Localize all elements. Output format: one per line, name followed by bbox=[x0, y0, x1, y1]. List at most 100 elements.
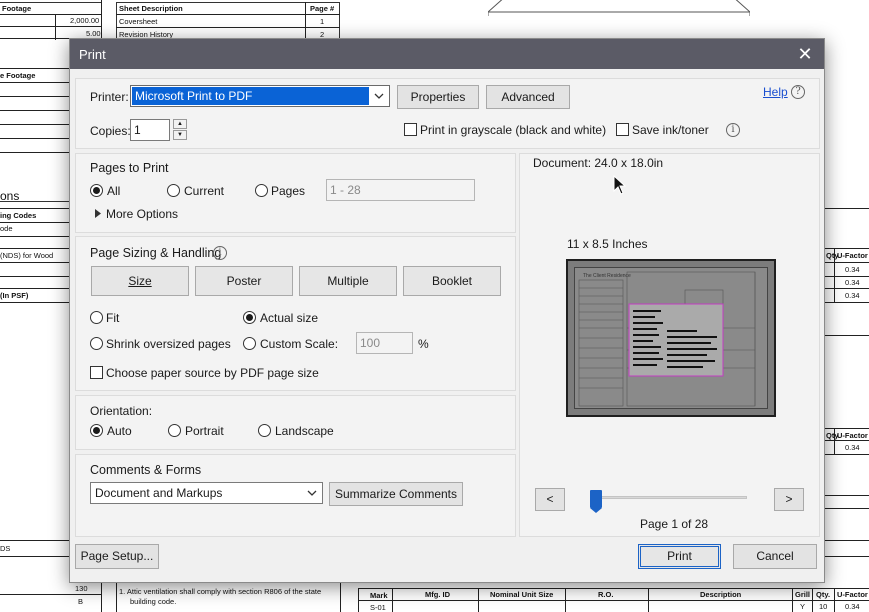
poster-tab-button[interactable]: Poster bbox=[195, 266, 293, 296]
booklet-tab-button[interactable]: Booklet bbox=[403, 266, 501, 296]
bg-schedule-cell: 10 bbox=[819, 602, 828, 611]
previous-page-button[interactable]: < bbox=[535, 488, 565, 511]
page-indicator: Page 1 of 28 bbox=[640, 517, 709, 531]
document-size-label: Document: 24.0 x 18.0in bbox=[533, 156, 664, 170]
bg-note: building code. bbox=[130, 597, 177, 606]
pages-range-input[interactable]: 1 - 28 bbox=[326, 179, 475, 201]
bg-text-label: B bbox=[78, 597, 84, 606]
bg-right-value: 0.34 bbox=[845, 278, 860, 287]
custom-scale-input[interactable]: 100 bbox=[356, 332, 413, 354]
printer-select[interactable]: Microsoft Print to PDF bbox=[130, 85, 390, 107]
bg-text-label: (In PSF) bbox=[0, 291, 29, 300]
paper-source-checkbox[interactable] bbox=[90, 366, 103, 379]
bg-right-value: 0.34 bbox=[845, 291, 860, 300]
radio-shrink[interactable] bbox=[90, 337, 103, 350]
print-button[interactable]: Print bbox=[638, 544, 721, 569]
stepper-down-icon[interactable]: ▼ bbox=[173, 130, 187, 140]
close-icon[interactable]: ✕ bbox=[794, 43, 816, 65]
bg-note: 1. Attic ventilation shall comply with s… bbox=[119, 587, 322, 596]
more-options-link[interactable]: More Options bbox=[106, 207, 178, 221]
multiple-tab-button[interactable]: Multiple bbox=[299, 266, 397, 296]
radio-fit-label: Fit bbox=[106, 311, 120, 325]
radio-current[interactable] bbox=[167, 184, 180, 197]
copies-label: Copies: bbox=[90, 124, 131, 138]
save-ink-checkbox[interactable] bbox=[616, 123, 629, 136]
page-sizing-heading: Page Sizing & Handling bbox=[90, 246, 222, 260]
radio-landscape[interactable] bbox=[258, 424, 271, 437]
bg-right-value: 0.34 bbox=[845, 265, 860, 274]
bg-schedule-cell: 0.34 bbox=[845, 602, 860, 611]
bg-right-header: U-Factor bbox=[837, 431, 868, 440]
bg-text-value: 2,000.00 bbox=[70, 16, 100, 25]
bg-text-value: 5.00 bbox=[86, 29, 101, 38]
bg-schedule-header: U-Factor bbox=[837, 590, 868, 599]
bg-schedule-header: Description bbox=[700, 590, 742, 599]
bg-schedule-header: Qty. bbox=[816, 590, 831, 599]
size-tab-label: Size bbox=[128, 274, 152, 288]
page-slider-track[interactable] bbox=[595, 496, 747, 499]
mouse-pointer-icon bbox=[613, 175, 627, 195]
save-ink-label: Save ink/toner bbox=[632, 123, 709, 137]
printer-select-value: Microsoft Print to PDF bbox=[132, 87, 369, 105]
pages-to-print-heading: Pages to Print bbox=[90, 161, 169, 175]
radio-actual-size[interactable] bbox=[243, 311, 256, 324]
bg-schedule-header: Grill bbox=[795, 590, 811, 599]
print-dialog: Print ✕ Printer: Microsoft Print to PDF … bbox=[69, 38, 825, 583]
info-icon[interactable]: i bbox=[213, 246, 227, 260]
bg-text-label: 130 bbox=[75, 584, 88, 593]
radio-custom-scale-label: Custom Scale: bbox=[260, 337, 339, 351]
next-page-button[interactable]: > bbox=[774, 488, 804, 511]
bg-sheet-cell: Coversheet bbox=[119, 17, 158, 26]
printer-label: Printer: bbox=[90, 90, 129, 104]
radio-custom-scale[interactable] bbox=[243, 337, 256, 350]
radio-auto[interactable] bbox=[90, 424, 103, 437]
radio-pages[interactable] bbox=[255, 184, 268, 197]
grayscale-label: Print in grayscale (black and white) bbox=[420, 123, 607, 137]
bg-house-elevation bbox=[488, 0, 750, 16]
radio-fit[interactable] bbox=[90, 311, 103, 324]
expand-triangle-icon[interactable] bbox=[94, 209, 102, 218]
radio-all-label: All bbox=[107, 184, 121, 198]
page-slider-thumb[interactable] bbox=[590, 490, 602, 513]
bg-sheet-header: Page # bbox=[310, 4, 335, 13]
copies-stepper[interactable]: ▲ ▼ bbox=[173, 119, 187, 141]
comments-forms-value: Document and Markups bbox=[95, 486, 223, 500]
radio-shrink-label: Shrink oversized pages bbox=[106, 337, 231, 351]
radio-portrait[interactable] bbox=[168, 424, 181, 437]
paper-source-label: Choose paper source by PDF page size bbox=[106, 366, 319, 380]
comments-forms-heading: Comments & Forms bbox=[90, 463, 202, 477]
radio-pages-label: Pages bbox=[271, 184, 306, 198]
bg-text-label: e Footage bbox=[0, 71, 36, 80]
bg-schedule-cell: S-01 bbox=[370, 603, 386, 612]
help-question-icon[interactable]: ? bbox=[791, 85, 805, 99]
preview-thumbnail bbox=[578, 271, 756, 407]
stepper-up-icon[interactable]: ▲ bbox=[173, 119, 187, 129]
bg-right-header: U-Factor bbox=[837, 251, 868, 260]
bg-schedule-header: R.O. bbox=[598, 590, 614, 599]
bg-text-footage: Footage bbox=[2, 4, 32, 13]
comments-forms-select[interactable]: Document and Markups bbox=[90, 482, 323, 504]
info-icon[interactable]: i bbox=[726, 123, 740, 137]
bg-sheet-cell: 1 bbox=[320, 17, 325, 26]
print-preview: The Client Residence bbox=[566, 259, 776, 417]
chevron-down-icon bbox=[374, 93, 384, 99]
radio-portrait-label: Portrait bbox=[185, 424, 224, 438]
help-link[interactable]: Help bbox=[763, 85, 788, 99]
title-bar[interactable]: Print ✕ bbox=[70, 39, 824, 69]
grayscale-checkbox[interactable] bbox=[404, 123, 417, 136]
orientation-heading: Orientation: bbox=[90, 404, 153, 418]
size-tab-button[interactable]: Size bbox=[91, 266, 189, 296]
page-setup-button[interactable]: Page Setup... bbox=[75, 544, 159, 569]
summarize-comments-button[interactable]: Summarize Comments bbox=[329, 482, 463, 506]
paper-size-label: 11 x 8.5 Inches bbox=[567, 237, 648, 251]
radio-current-label: Current bbox=[184, 184, 225, 198]
bg-text-label: ode bbox=[0, 224, 13, 233]
radio-all[interactable] bbox=[90, 184, 103, 197]
cancel-button[interactable]: Cancel bbox=[733, 544, 817, 569]
properties-button[interactable]: Properties bbox=[397, 85, 479, 109]
advanced-button[interactable]: Advanced bbox=[486, 85, 570, 109]
copies-input[interactable]: 1 bbox=[130, 119, 170, 141]
radio-actual-size-label: Actual size bbox=[260, 311, 319, 325]
percent-label: % bbox=[418, 337, 429, 351]
dialog-title: Print bbox=[79, 47, 106, 62]
